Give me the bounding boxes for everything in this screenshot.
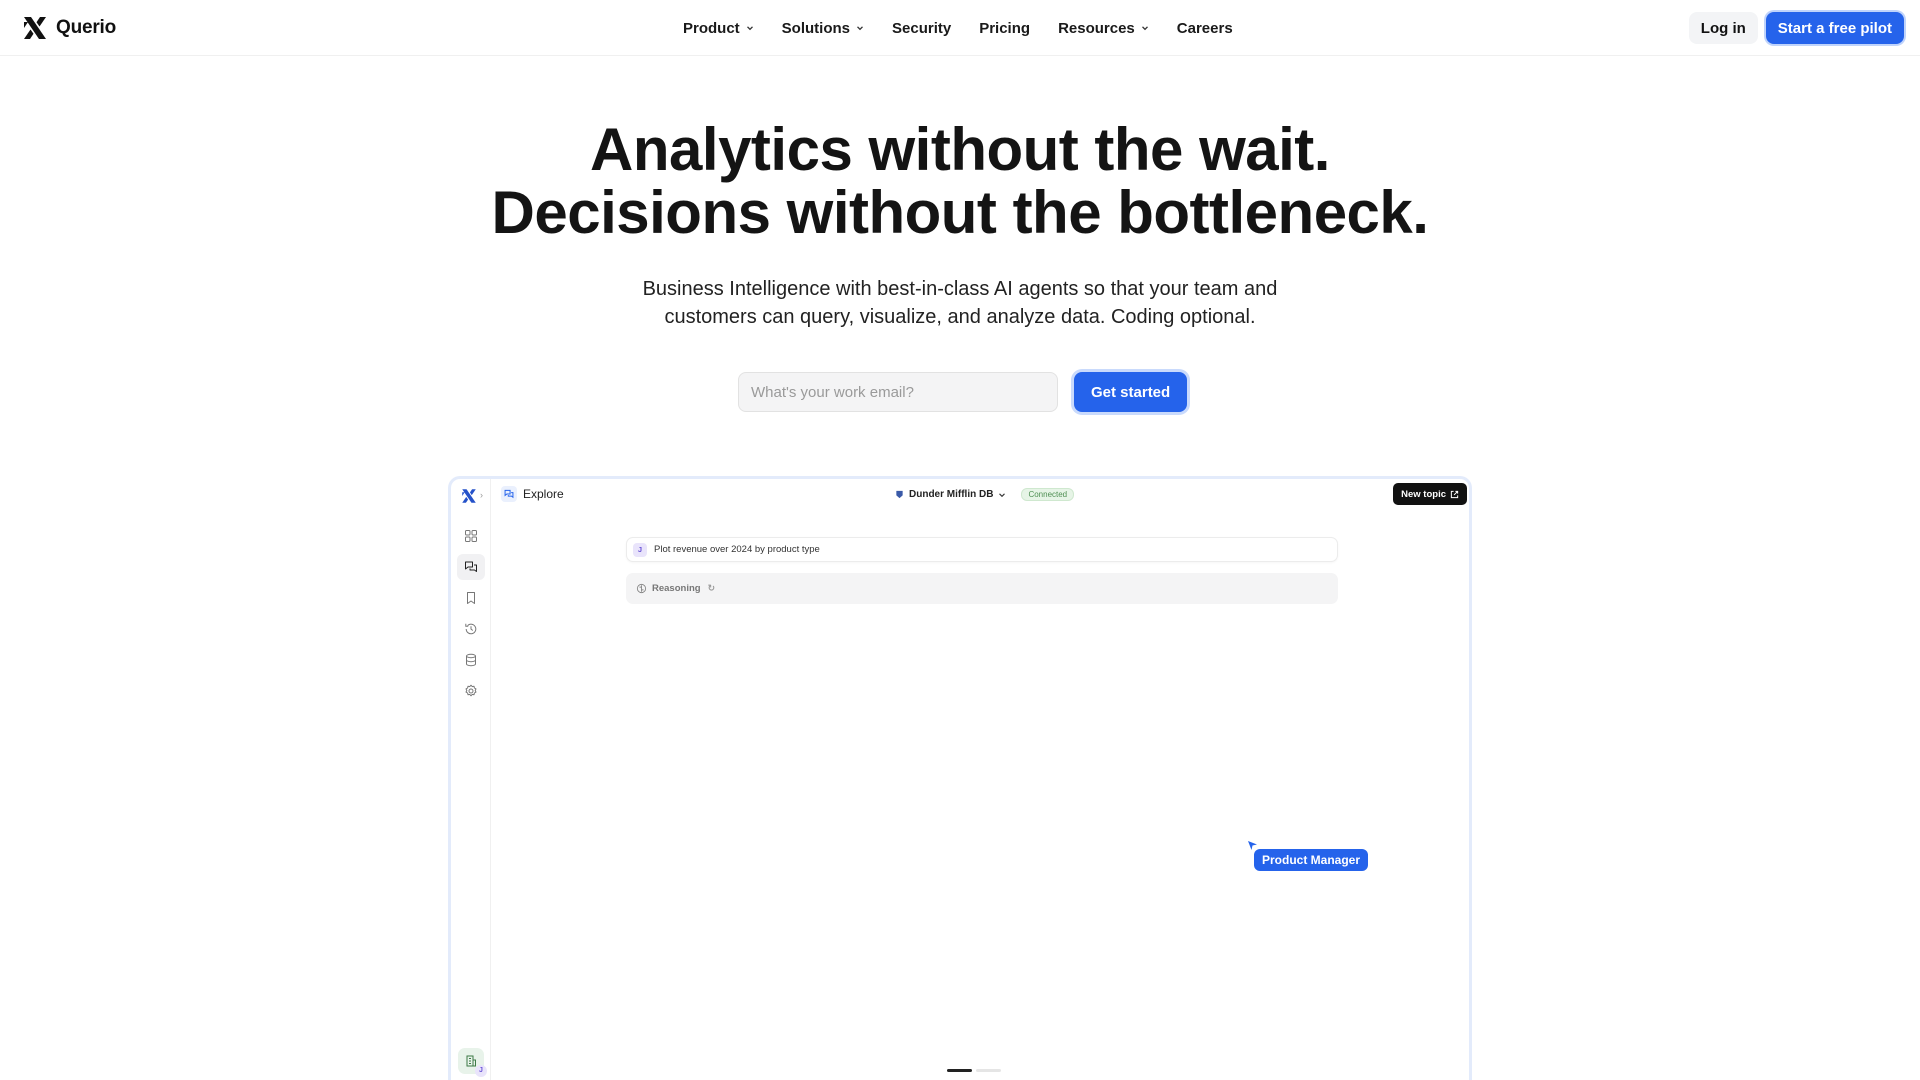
sidebar-item-settings[interactable] (457, 678, 485, 704)
chat-icon (465, 561, 477, 572)
bookmark-icon (467, 592, 475, 604)
loading-spinner-icon: ↻ (707, 583, 716, 593)
nav-item-security[interactable]: Security (892, 20, 951, 37)
nav-item-product[interactable]: Product (683, 20, 754, 37)
sidebar-item-history[interactable] (457, 616, 485, 642)
sidebar-item-dashboards[interactable] (457, 523, 485, 549)
database-name: Dunder Mifflin DB (909, 489, 994, 500)
start-free-pilot-button[interactable]: Start a free pilot (1765, 12, 1904, 44)
avatar: J (633, 542, 647, 557)
hero-subtitle-line-1: Business Intelligence with best-in-class… (642, 278, 1278, 300)
chevron-down-icon (999, 492, 1006, 497)
hero-title-line-1: Analytics without the wait. (590, 116, 1330, 183)
querio-logo-icon (24, 17, 46, 39)
user-prompt-message: J Plot revenue over 2024 by product type (626, 537, 1338, 562)
top-nav: Querio Product Solutions Security Pricin… (0, 0, 1920, 56)
user-avatar-badge: J (475, 1065, 487, 1077)
settings-icon (465, 684, 477, 697)
external-link-icon (1450, 490, 1459, 498)
nav-item-label: Pricing (979, 19, 1031, 37)
querio-logo-icon (462, 489, 476, 503)
database-icon (896, 490, 903, 499)
carousel-pagination (947, 1069, 1001, 1072)
nav-item-label: Resources (1058, 19, 1135, 37)
database-selector[interactable]: Dunder Mifflin DB Connected (895, 488, 1075, 501)
database-icon (466, 653, 476, 667)
carousel-dot[interactable] (976, 1069, 1001, 1072)
nav-item-careers[interactable]: Careers (1177, 20, 1233, 37)
new-topic-button[interactable]: New topic (1393, 483, 1467, 505)
grid-icon (465, 530, 477, 542)
nav-actions: Log in Start a free pilot (1688, 12, 1904, 44)
hero-title-line-2: Decisions without the bottleneck. (491, 179, 1429, 246)
reasoning-label: Reasoning (652, 583, 701, 594)
hero-subtitle-line-2: customers can query, visualize, and anal… (664, 306, 1256, 328)
brand-name: Querio (56, 17, 117, 38)
status-badge: Connected (1021, 488, 1075, 501)
hero-title: Analytics without the wait. Decisions wi… (0, 118, 1920, 244)
app-preview: › J Explore Dunder Mifflin DB Connected … (448, 476, 1472, 1080)
sidebar-item-saved[interactable] (457, 585, 485, 611)
history-icon (465, 623, 477, 635)
app-header: Explore Dunder Mifflin DB Connected New … (491, 479, 1469, 509)
login-button[interactable]: Log in (1688, 12, 1758, 44)
app-sidebar: › J (451, 479, 491, 1080)
page-title-label: Explore (523, 487, 564, 501)
nav-item-label: Product (683, 19, 740, 37)
hero-subtitle: Business Intelligence with best-in-class… (560, 275, 1360, 331)
workspace-avatar[interactable]: J (458, 1048, 487, 1077)
sidebar-item-databases[interactable] (457, 647, 485, 673)
nav-item-solutions[interactable]: Solutions (782, 20, 864, 37)
nav-item-label: Careers (1176, 19, 1233, 37)
chat-icon (501, 486, 517, 502)
page-title: Explore (501, 486, 564, 502)
main-menu: Product Solutions Security Pricing Resou… (683, 0, 1233, 56)
reasoning-block[interactable]: Reasoning ↻ (626, 573, 1338, 604)
brain-icon (636, 583, 647, 594)
app-logo[interactable] (461, 488, 477, 504)
chevron-right-icon[interactable]: › (480, 490, 483, 500)
sidebar-item-explore[interactable] (457, 554, 485, 580)
chevron-down-icon (746, 26, 753, 31)
brand-logo[interactable]: Querio (22, 14, 116, 42)
carousel-dot[interactable] (947, 1069, 972, 1072)
chevron-down-icon (1141, 26, 1148, 31)
nav-item-label: Solutions (781, 19, 850, 37)
get-started-button[interactable]: Get started (1074, 372, 1188, 412)
nav-item-pricing[interactable]: Pricing (979, 20, 1030, 37)
collaborator-cursor-label: Product Manager (1254, 849, 1369, 871)
prompt-text: Plot revenue over 2024 by product type (654, 544, 820, 555)
signup-form: Get started (738, 372, 1188, 412)
chevron-down-icon (857, 26, 863, 31)
new-topic-label: New topic (1401, 488, 1446, 500)
nav-item-label: Security (892, 19, 952, 37)
nav-item-resources[interactable]: Resources (1058, 20, 1149, 37)
work-email-input[interactable] (738, 372, 1058, 412)
